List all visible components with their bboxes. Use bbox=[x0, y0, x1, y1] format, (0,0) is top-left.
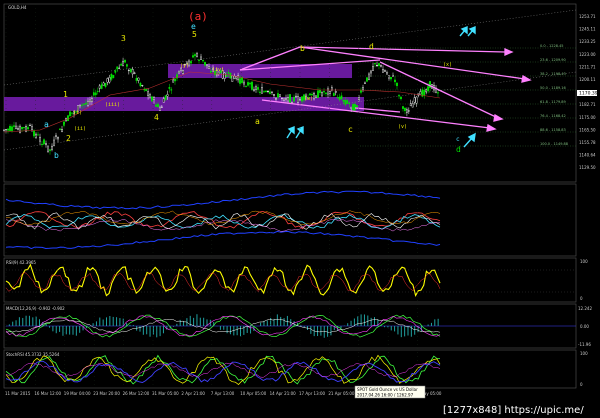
price-axis-label: 1233.25 bbox=[579, 39, 596, 44]
small-wave-iii: (iii) bbox=[105, 102, 120, 108]
time-axis-label: 14 Apr 21:00 bbox=[270, 391, 297, 396]
price-axis-label: 1211.71 bbox=[579, 64, 596, 69]
fib-level-label: 38.2 - 1198.43 bbox=[540, 72, 566, 76]
fib-level-label: 23.6 - 1209.90 bbox=[540, 58, 566, 62]
price-tooltip: SPOT Gold Ounce vs US Dollar 2017.04.26 … bbox=[354, 385, 426, 399]
fib-level-label: 0.0 - 1228.45 bbox=[540, 44, 564, 48]
small-wave-w: (w) bbox=[304, 96, 313, 102]
main-price-pane[interactable]: 0.0 - 1228.45 23.6 - 1209.90 38.2 - 1198.4… bbox=[3, 3, 577, 183]
fib-level-label: 100.0 - 1149.88 bbox=[540, 142, 568, 146]
wave-label-a-left: a bbox=[44, 120, 49, 129]
small-wave-y: (y) bbox=[180, 63, 189, 69]
price-axis-label: 1253.71 bbox=[579, 14, 596, 19]
price-axis-label: 1182.71 bbox=[579, 102, 596, 107]
wave-label-5: 5 bbox=[192, 30, 197, 39]
wave-label-3: 3 bbox=[121, 34, 126, 43]
wave-label-2: 2 bbox=[66, 134, 71, 143]
watermark-text: [1277x848] https://upic.me/ bbox=[440, 404, 587, 417]
indicator-pane-macd[interactable]: MACD(12,26,9) -0.902 -0.902 bbox=[3, 303, 577, 349]
fib-level-label: 61.8 - 1179.89 bbox=[540, 100, 566, 104]
small-wave-v: (v) bbox=[398, 124, 407, 130]
price-axis-label: 1200.11 bbox=[579, 77, 596, 82]
stoch-level-100: 100 bbox=[580, 351, 588, 356]
wave-label-d-mid: d bbox=[369, 42, 374, 51]
time-axis-label: 17 Apr 13:00 bbox=[299, 391, 326, 396]
wave-label-b-left: b bbox=[54, 151, 59, 160]
time-axis-label: 19 Mar 04:00 bbox=[64, 391, 91, 396]
wave-label-d-right: d bbox=[456, 145, 461, 154]
svg-text:1170.39: 1170.39 bbox=[579, 91, 598, 97]
rsi-level-0: 0 bbox=[580, 296, 583, 301]
svg-text:SPOT Gold Ounce vs US Dollar: SPOT Gold Ounce vs US Dollar bbox=[357, 387, 418, 392]
stoch-level-0: 0 bbox=[580, 382, 583, 387]
supply-zone-upper bbox=[168, 64, 352, 78]
time-axis-label: 11 Mar 2015 bbox=[5, 391, 31, 396]
indicator-pane-ma-bands[interactable] bbox=[3, 183, 577, 257]
chart-stage[interactable]: 0.0 - 1228.45 23.6 - 1209.90 38.2 - 1198.4… bbox=[0, 0, 600, 418]
svg-text:2017.04.26 16:00 / 1262.97: 2017.04.26 16:00 / 1262.97 bbox=[357, 393, 414, 398]
macd-level-zero: 0.00 bbox=[580, 324, 589, 329]
price-axis-label: 1165.50 bbox=[579, 127, 596, 132]
time-axis-label: 21 Apr 05:00 bbox=[328, 391, 355, 396]
rsi-level-100: 100 bbox=[580, 259, 588, 264]
wave-label-b-mid: b bbox=[300, 44, 305, 53]
wave-label-c-right: c bbox=[456, 136, 460, 143]
wave-label-e: e bbox=[191, 22, 196, 31]
macd-level-bottom: -11.96 bbox=[578, 342, 591, 347]
indicator-pane-rsi[interactable]: RSI(9) 42.3965 bbox=[3, 257, 577, 303]
small-wave-i: (i) bbox=[73, 110, 82, 116]
stoch-title: StochRSI 45.3732 35.5264 bbox=[6, 352, 60, 357]
indicator-pane-stoch[interactable]: StochRSI 45.3732 35.5264 bbox=[3, 349, 577, 389]
time-axis-label: 2 Apr 21:00 bbox=[181, 391, 205, 396]
current-price-tag: 1170.39 bbox=[577, 90, 598, 97]
price-axis-label: 1129.50 bbox=[579, 165, 596, 170]
macd-level-top: 12.242 bbox=[578, 306, 592, 311]
time-axis-label: 10 Apr 05:00 bbox=[240, 391, 267, 396]
wave-label-1: 1 bbox=[63, 90, 68, 99]
wave-label-a-mid: a bbox=[255, 117, 260, 126]
time-axis-label: 16 Mar 12:00 bbox=[34, 391, 61, 396]
time-axis-label: 23 Mar 20:00 bbox=[93, 391, 120, 396]
small-wave-x: (x) bbox=[443, 62, 452, 68]
price-axis-label: 1245.11 bbox=[579, 27, 596, 32]
price-axis-label: 1223.00 bbox=[579, 52, 596, 57]
price-axis-label: 1140.64 bbox=[579, 153, 596, 158]
wave-label-c-mid: c bbox=[348, 125, 353, 134]
price-axis-label: 1155.78 bbox=[579, 140, 596, 145]
fib-level-label: 76.4 - 1168.42 bbox=[540, 114, 566, 118]
time-axis-label: 26 Mar 12:00 bbox=[123, 391, 150, 396]
time-axis-label: 31 Mar 05:00 bbox=[152, 391, 179, 396]
rsi-title: RSI(9) 42.3965 bbox=[6, 260, 36, 265]
fib-level-label: 88.6 - 1158.83 bbox=[540, 128, 566, 132]
wave-label-4: 4 bbox=[154, 113, 159, 122]
price-axis-label: 1175.00 bbox=[579, 115, 596, 120]
small-wave-iv: (iv) bbox=[212, 67, 224, 73]
time-axis-label: 7 Apr 13:00 bbox=[211, 391, 235, 396]
fib-level-label: 50.0 - 1189.16 bbox=[540, 86, 566, 90]
small-wave-ii: (ii) bbox=[74, 126, 86, 132]
symbol-title: GOLD,H4 bbox=[8, 5, 27, 10]
